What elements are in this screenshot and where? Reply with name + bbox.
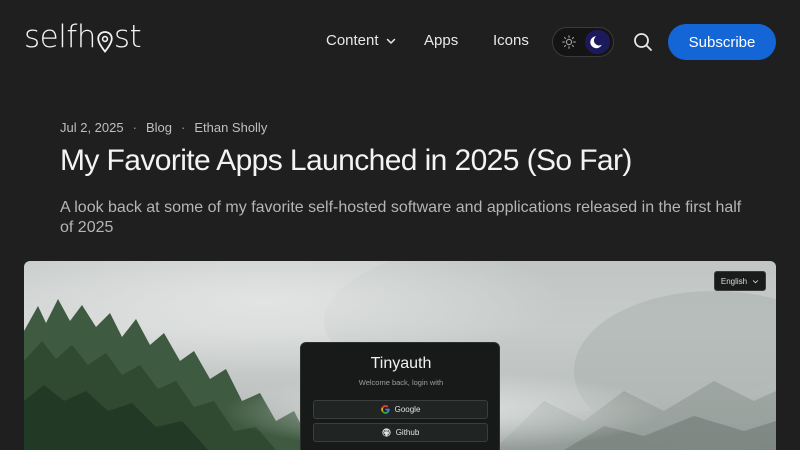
login-card-title: Tinyauth (370, 355, 432, 372)
chevron-down-icon (753, 279, 759, 283)
nav-icons-label: Icons (493, 32, 529, 49)
github-login-button[interactable]: Github (313, 423, 488, 442)
logo-text-right: st (113, 19, 142, 55)
logo-text-left: selfh (24, 19, 96, 55)
article-subtitle: A look back at some of my favorite self-… (60, 199, 742, 236)
nav-content-dropdown[interactable]: Content (326, 32, 397, 49)
hero-image: English Tinyauth Welcome back, login wit… (24, 261, 776, 450)
sun-icon (561, 35, 576, 49)
nav-content-label: Content (326, 32, 379, 49)
search-button[interactable] (632, 31, 654, 53)
login-card: Tinyauth Welcome back, login with Google… (300, 342, 500, 450)
moon-icon (589, 36, 602, 49)
site-header: selfh st Content Apps Icons Subscribe (0, 0, 800, 84)
article-date: Jul 2, 2025 (60, 120, 124, 135)
github-login-label: Github (395, 428, 420, 437)
site-logo[interactable]: selfh st (24, 19, 142, 55)
language-label: English (720, 276, 748, 286)
theme-light-option[interactable] (556, 30, 581, 54)
article-meta: Jul 2, 2025 · Blog · Ethan Sholly (60, 120, 267, 135)
article-author-link[interactable]: Ethan Sholly (194, 120, 267, 135)
meta-separator: · (132, 120, 137, 135)
language-selector[interactable]: English (714, 271, 766, 291)
google-login-label: Google (394, 405, 421, 414)
logo-pin-icon (97, 31, 113, 53)
nav-apps-link[interactable]: Apps (424, 32, 458, 49)
google-login-button[interactable]: Google (313, 400, 488, 419)
theme-toggle[interactable] (552, 27, 614, 57)
github-icon (382, 428, 391, 437)
login-card-subtitle: Welcome back, login with (358, 378, 444, 387)
google-icon (380, 405, 390, 414)
article-title: My Favorite Apps Launched in 2025 (So Fa… (60, 144, 632, 177)
meta-separator: · (180, 120, 186, 135)
nav-icons-link[interactable]: Icons (493, 32, 529, 49)
article-tag-link[interactable]: Blog (146, 120, 172, 135)
search-icon (634, 33, 652, 51)
nav-apps-label: Apps (424, 32, 459, 49)
theme-dark-option[interactable] (585, 30, 610, 54)
chevron-down-icon (386, 38, 395, 44)
subscribe-button[interactable]: Subscribe (668, 24, 776, 60)
